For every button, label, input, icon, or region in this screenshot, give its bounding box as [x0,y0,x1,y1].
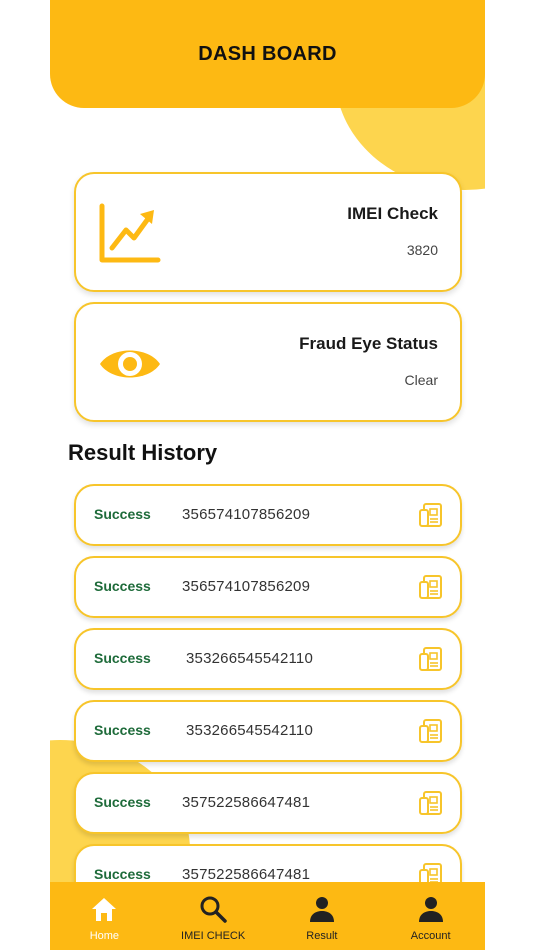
search-icon [200,896,227,923]
status-label: Success [94,866,151,882]
imei-check-card[interactable]: IMEI Check 3820 [74,172,462,292]
list-item[interactable]: Success 356574107856209 [74,556,462,618]
home-icon [92,898,117,921]
status-label: Success [94,794,151,810]
document-icon[interactable] [418,646,444,672]
imei-number: 353266545542110 [186,650,314,667]
imei-number: 353266545542110 [186,722,314,739]
imei-number: 357522586647481 [182,866,311,883]
card-value: Clear [404,372,438,388]
document-icon[interactable] [418,718,444,744]
result-history-title: Result History [68,440,218,465]
bottom-nav: Home IMEI CHECK Result Account [50,882,485,950]
nav-account-label: Account [410,930,451,942]
card-title: Fraud Eye Status [299,334,438,353]
status-label: Success [94,506,151,522]
page-title: DASH BOARD [198,42,337,65]
list-item[interactable]: Success 356574107856209 [74,484,462,546]
chart-up-icon [99,203,161,263]
eye-icon [100,350,160,378]
app-header: DASH BOARD [50,0,485,108]
nav-result[interactable]: Result [272,882,372,942]
card-title: IMEI Check [347,204,438,223]
card-value: 3820 [406,242,438,258]
list-item[interactable]: Success 357522586647481 [74,772,462,834]
nav-home-label: Home [89,930,120,942]
person-icon [309,897,334,922]
imei-number: 356574107856209 [182,578,311,595]
nav-home[interactable]: Home [54,882,154,942]
status-label: Success [94,722,151,738]
document-icon[interactable] [418,502,444,528]
app-screen: DASH BOARD IMEI Check 3820 Fraud Eye Sta… [50,0,485,950]
imei-number: 356574107856209 [182,506,311,523]
list-item[interactable]: Success 353266545542110 [74,700,462,762]
nav-account[interactable]: Account [381,882,481,942]
document-icon[interactable] [418,574,444,600]
status-label: Success [94,578,151,594]
person-icon [418,897,443,922]
imei-number: 357522586647481 [182,794,311,811]
nav-result-label: Result [306,930,338,942]
nav-imei-check[interactable]: IMEI CHECK [163,882,263,942]
nav-imei-check-label: IMEI CHECK [181,930,246,942]
fraud-eye-status-card[interactable]: Fraud Eye Status Clear [74,302,462,422]
status-label: Success [94,650,151,666]
document-icon[interactable] [418,790,444,816]
list-item[interactable]: Success 353266545542110 [74,628,462,690]
